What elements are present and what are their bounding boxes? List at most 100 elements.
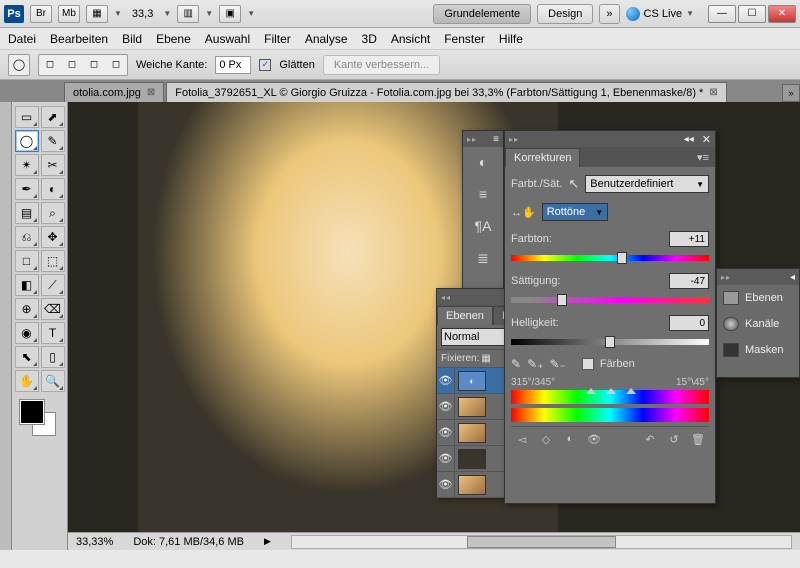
horizontal-scrollbar[interactable] (291, 535, 792, 549)
character-icon[interactable]: ¶A (470, 215, 496, 237)
tool-10[interactable]: ⎌ (15, 226, 39, 248)
menu-hilfe[interactable]: Hilfe (499, 32, 523, 46)
lightness-slider[interactable] (511, 335, 709, 349)
minibridge-button[interactable]: Mb (58, 5, 80, 23)
selection-subtract[interactable]: ◻ (84, 56, 104, 74)
tool-14[interactable]: ◧ (15, 274, 39, 296)
panel-menu-icon[interactable]: ≡ (493, 134, 499, 145)
dock-masken[interactable]: Masken (717, 337, 799, 363)
clip-icon[interactable]: ◐ (561, 431, 579, 447)
maximize-button[interactable]: ☐ (738, 5, 766, 23)
workspace-grundelemente[interactable]: Grundelemente (433, 4, 531, 24)
dock-ebenen[interactable]: Ebenen (717, 285, 799, 311)
tab-ebenen[interactable]: Ebenen (437, 306, 493, 325)
bridge-button[interactable]: Br (30, 5, 52, 23)
eyedropper-subtract-icon[interactable]: ✎₋ (549, 357, 565, 371)
minimize-button[interactable]: — (708, 5, 736, 23)
tool-15[interactable]: ⟋ (41, 274, 65, 296)
layer-thumbnail[interactable] (458, 449, 486, 469)
tool-13[interactable]: ⬚ (41, 250, 65, 272)
close-icon[interactable]: ⊠ (147, 87, 155, 98)
tool-1[interactable]: ⬈ (41, 106, 65, 128)
layer-thumbnail[interactable]: ◐ (458, 371, 486, 391)
layer-thumbnail[interactable] (458, 423, 486, 443)
hue-slider[interactable] (511, 251, 709, 265)
eyedropper-icon[interactable]: ✎ (511, 357, 521, 371)
screen-mode-button[interactable]: ▣ (219, 5, 241, 23)
menu-datei[interactable]: Datei (8, 32, 36, 46)
close-icon[interactable]: ✕ (702, 133, 711, 146)
tool-0[interactable]: ▭ (15, 106, 39, 128)
status-docsize[interactable]: Dok: 7,61 MB/34,6 MB (133, 536, 244, 548)
channel-select[interactable]: Rottöne▼ (542, 203, 608, 221)
feather-input[interactable] (215, 56, 251, 74)
toolbar-collapse-strip[interactable] (0, 102, 12, 550)
expand-icon[interactable]: ◇ (537, 431, 555, 447)
layer-thumbnail[interactable] (458, 397, 486, 417)
tool-11[interactable]: ✥ (41, 226, 65, 248)
selection-intersect[interactable]: ◻ (106, 56, 126, 74)
return-icon[interactable]: ◅ (513, 431, 531, 447)
visibility-toggle[interactable]: 👁 (437, 368, 455, 393)
selection-add[interactable]: ◻ (62, 56, 82, 74)
eyedropper-add-icon[interactable]: ✎₊ (527, 357, 543, 371)
tool-6[interactable]: ✒ (15, 178, 39, 200)
hue-value[interactable] (669, 231, 709, 247)
panel-menu-icon[interactable]: ▾≡ (691, 148, 715, 167)
tool-22[interactable]: ✋ (15, 370, 39, 392)
menu-filter[interactable]: Filter (264, 32, 291, 46)
adjustments-icon[interactable]: ◐ (470, 151, 496, 173)
delete-icon[interactable]: 🗑 (689, 431, 707, 447)
refine-edge-button[interactable]: Kante verbessern... (323, 55, 440, 75)
tab-korrekturen[interactable]: Korrekturen (505, 148, 580, 167)
tool-21[interactable]: ▯ (41, 346, 65, 368)
visibility-icon[interactable]: 👁 (585, 431, 603, 447)
menu-bearbeiten[interactable]: Bearbeiten (50, 32, 108, 46)
previous-icon[interactable]: ↶ (641, 431, 659, 447)
preset-select[interactable]: Benutzerdefiniert▼ (585, 175, 709, 193)
tool-preset-picker[interactable]: ◯ (8, 54, 30, 76)
tool-2[interactable]: ◯ (15, 130, 39, 152)
tool-19[interactable]: T (41, 322, 65, 344)
tool-12[interactable]: □ (15, 250, 39, 272)
tool-23[interactable]: 🔍 (41, 370, 65, 392)
tool-5[interactable]: ✂ (41, 154, 65, 176)
histogram-icon[interactable]: ≡ (470, 183, 496, 205)
menu-ansicht[interactable]: Ansicht (391, 32, 430, 46)
zoom-level[interactable]: 33,3 (128, 8, 157, 20)
saturation-value[interactable] (669, 273, 709, 289)
view-extras-button[interactable]: ▦ (86, 5, 108, 23)
panel-titlebar[interactable]: ▸▸◂ (717, 269, 799, 285)
layer-thumbnail[interactable] (458, 475, 486, 495)
document-tab-inactive[interactable]: otolia.com.jpg ⊠ (64, 82, 164, 102)
close-button[interactable]: ✕ (768, 5, 796, 23)
close-icon[interactable]: ⊠ (709, 87, 717, 98)
tab-scroll-right[interactable]: » (782, 84, 800, 102)
scrubby-icon[interactable]: ↔✋ (511, 206, 536, 219)
menu-auswahl[interactable]: Auswahl (205, 32, 250, 46)
color-range-lower[interactable] (511, 408, 709, 422)
menu-analyse[interactable]: Analyse (305, 32, 348, 46)
paragraph-icon[interactable]: ≣ (470, 247, 496, 269)
dock-kanaele[interactable]: Kanäle (717, 311, 799, 337)
chevron-right-icon[interactable]: ▶ (264, 536, 271, 547)
document-tab-active[interactable]: Fotolia_3792651_XL © Giorgio Gruizza - F… (166, 82, 726, 102)
chevron-down-icon[interactable]: ▼ (114, 9, 122, 18)
tool-17[interactable]: ⌫ (41, 298, 65, 320)
tool-3[interactable]: ✎ (41, 130, 65, 152)
saturation-slider[interactable] (511, 293, 709, 307)
foreground-color-swatch[interactable] (20, 400, 44, 424)
selection-new[interactable]: ◻ (40, 56, 60, 74)
collapse-icon[interactable]: ◂◂ (684, 134, 694, 145)
reset-icon[interactable]: ↺ (665, 431, 683, 447)
lock-transparency-icon[interactable]: ▦ (481, 353, 490, 364)
menu-bild[interactable]: Bild (122, 32, 142, 46)
visibility-toggle[interactable]: 👁 (437, 394, 455, 419)
tool-20[interactable]: ⬉ (15, 346, 39, 368)
tool-4[interactable]: ✴ (15, 154, 39, 176)
blend-mode-select[interactable]: Normal (441, 328, 513, 346)
panel-titlebar[interactable]: ▸▸ ◂◂ ✕ (505, 131, 715, 147)
colorize-checkbox[interactable] (582, 358, 594, 370)
visibility-toggle[interactable]: 👁 (437, 472, 455, 497)
chevron-down-icon[interactable]: ▼ (205, 9, 213, 18)
